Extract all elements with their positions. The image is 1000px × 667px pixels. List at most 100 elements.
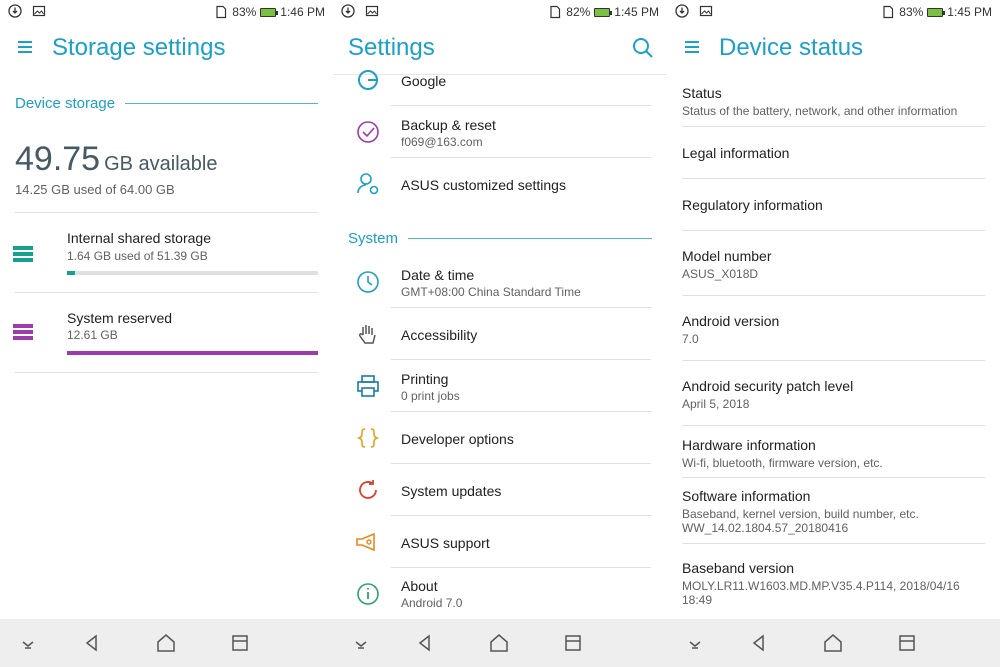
collapse-icon[interactable]	[683, 631, 707, 655]
settings-item-backup-reset[interactable]: Backup & reset f069@163.com	[333, 106, 667, 158]
info-item-title: Hardware information	[682, 437, 816, 453]
info-item-subtitle: MOLY.LR11.W1603.MD.MP.V35.4.P114, 2018/0…	[682, 579, 960, 593]
backup-icon	[357, 121, 379, 143]
info-item-title: Baseband version	[682, 560, 795, 576]
storage-item-internal[interactable]: Internal shared storage 1.64 GB used of …	[0, 213, 333, 293]
collapse-icon[interactable]	[349, 631, 373, 655]
status-bar: 82% 1:45 PM	[333, 0, 667, 24]
settings-item-title: Google	[401, 73, 447, 89]
battery-icon	[260, 7, 279, 17]
storage-item-title: System reserved	[67, 310, 173, 326]
divider	[15, 372, 318, 373]
storage-usage-fill	[67, 351, 318, 355]
image-icon	[699, 5, 713, 17]
settings-item-title: System updates	[401, 483, 502, 499]
info-icon	[357, 583, 379, 605]
settings-item-asus-support[interactable]: ASUS support	[333, 516, 667, 568]
menu-icon[interactable]	[18, 40, 34, 54]
settings-item-about[interactable]: About Android 7.0	[333, 568, 667, 620]
info-item-security-patch: Android security patch level April 5, 20…	[682, 378, 985, 411]
info-item-legal[interactable]: Legal information	[682, 145, 985, 161]
sim-icon	[216, 5, 227, 19]
settings-item-subtitle: 0 print jobs	[401, 389, 460, 403]
info-item-title: Legal information	[682, 145, 790, 161]
battery-percent: 83%	[232, 5, 257, 19]
download-info-icon	[341, 4, 355, 18]
info-item-subtitle: Wi-fi, bluetooth, firmware version, etc.	[682, 456, 883, 470]
printer-icon	[357, 375, 379, 397]
battery-icon	[927, 7, 946, 17]
collapse-icon[interactable]	[16, 631, 40, 655]
clock-time: 1:45 PM	[614, 5, 659, 19]
settings-item-date-time[interactable]: Date & time GMT+08:00 China Standard Tim…	[333, 256, 667, 308]
info-item-subtitle: ASUS_X018D	[682, 267, 759, 281]
storage-item-system-reserved[interactable]: System reserved 12.61 GB	[0, 293, 333, 373]
home-icon[interactable]	[821, 631, 845, 655]
used-summary: 14.25 GB used of 64.00 GB	[15, 182, 175, 197]
back-icon[interactable]	[413, 631, 437, 655]
info-item-software[interactable]: Software information Baseband, kernel ve…	[682, 488, 985, 535]
info-item-model-number: Model number ASUS_X018D	[682, 248, 985, 281]
info-item-subtitle: Baseband, kernel version, build number, …	[682, 507, 919, 521]
recents-icon[interactable]	[895, 631, 919, 655]
storage-usage-fill	[67, 271, 76, 275]
settings-item-title: Printing	[401, 371, 449, 387]
clock-time: 1:46 PM	[280, 5, 325, 19]
download-info-icon	[8, 4, 22, 18]
recents-icon[interactable]	[561, 631, 585, 655]
divider	[682, 295, 985, 296]
settings-item-printing[interactable]: Printing 0 print jobs	[333, 360, 667, 412]
settings-item-asus-customized[interactable]: ASUS customized settings	[333, 158, 667, 210]
divider	[682, 477, 985, 478]
status-bar: 83% 1:45 PM	[667, 0, 1000, 24]
settings-item-title: Accessibility	[401, 327, 478, 343]
back-icon[interactable]	[80, 631, 104, 655]
settings-item-system-updates[interactable]: System updates	[333, 464, 667, 516]
clock-time: 1:45 PM	[947, 5, 992, 19]
storage-usage-bar	[67, 351, 318, 355]
info-item-subtitle-2: 18:49	[682, 593, 713, 607]
image-icon	[32, 5, 46, 17]
info-item-subtitle: 7.0	[682, 332, 699, 346]
page-title: Device status	[719, 34, 864, 61]
info-item-baseband: Baseband version MOLY.LR11.W1603.MD.MP.V…	[682, 560, 985, 607]
battery-percent: 83%	[899, 5, 924, 19]
storage-item-subtitle: 12.61 GB	[67, 328, 118, 342]
recents-icon[interactable]	[228, 631, 252, 655]
navigation-bar	[0, 619, 333, 667]
divider	[682, 126, 985, 127]
app-bar: Device status	[667, 24, 1000, 76]
home-icon[interactable]	[154, 631, 178, 655]
battery-icon	[594, 7, 613, 17]
info-item-hardware[interactable]: Hardware information Wi-fi, bluetooth, f…	[682, 437, 985, 470]
refresh-icon	[359, 480, 377, 499]
available-storage: 49.75 GB available	[15, 140, 218, 179]
home-icon[interactable]	[487, 631, 511, 655]
section-header-device-storage: Device storage	[15, 93, 318, 113]
section-divider	[408, 237, 652, 239]
divider	[682, 360, 985, 361]
clock-icon	[357, 271, 379, 293]
braces-icon	[356, 428, 380, 448]
info-item-subtitle-2: WW_14.02.1804.57_20180416	[682, 521, 849, 535]
info-item-title: Regulatory information	[682, 197, 823, 213]
info-item-android-version[interactable]: Android version 7.0	[682, 313, 985, 346]
image-icon	[365, 5, 379, 17]
menu-icon[interactable]	[685, 40, 701, 54]
settings-item-google[interactable]: Google	[333, 54, 667, 106]
status-bar: 83% 1:46 PM	[0, 0, 333, 24]
settings-item-accessibility[interactable]: Accessibility	[333, 308, 667, 360]
info-item-title: Software information	[682, 488, 811, 504]
info-item-status[interactable]: Status Status of the battery, network, a…	[682, 85, 985, 118]
divider	[682, 230, 985, 231]
info-item-title: Status	[682, 85, 722, 101]
info-item-title: Android security patch level	[682, 378, 854, 394]
info-item-subtitle: Status of the battery, network, and othe…	[682, 104, 958, 118]
info-item-regulatory[interactable]: Regulatory information	[682, 197, 985, 213]
settings-item-title: Backup & reset	[401, 117, 496, 133]
settings-item-title: ASUS customized settings	[401, 177, 566, 193]
download-info-icon	[675, 4, 689, 18]
settings-item-developer-options[interactable]: Developer options	[333, 412, 667, 464]
back-icon[interactable]	[747, 631, 771, 655]
app-bar: Storage settings	[0, 24, 333, 76]
